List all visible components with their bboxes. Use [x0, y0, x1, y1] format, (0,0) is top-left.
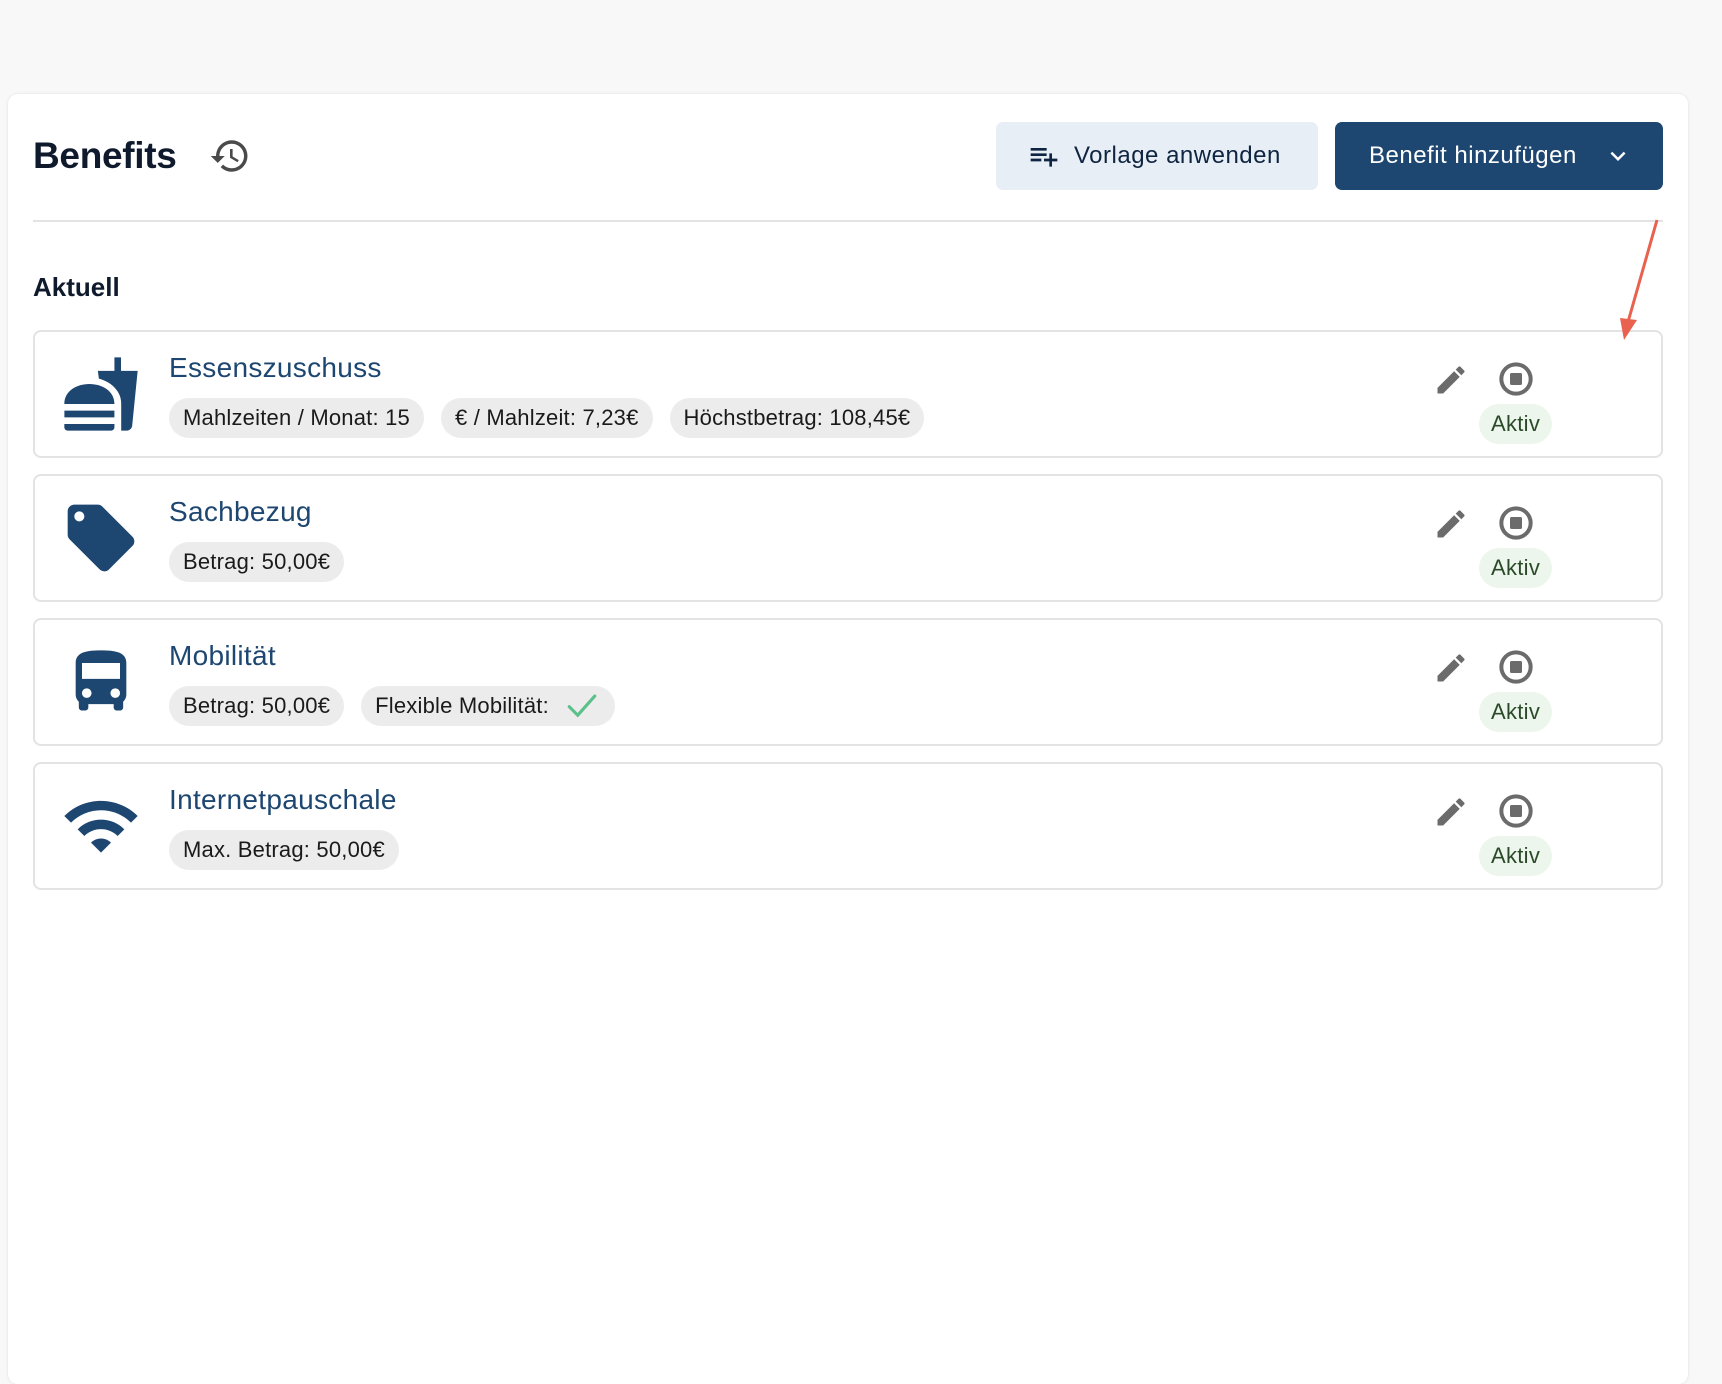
header-actions: Vorlage anwenden Benefit hinzufügen [996, 122, 1663, 190]
edit-button[interactable] [1431, 648, 1471, 688]
page-header: Benefits Vorlage anwenden Benefit hinzuf… [33, 122, 1663, 190]
pencil-icon [1437, 798, 1465, 826]
header-divider [33, 220, 1663, 222]
benefit-name: Essenszuschuss [169, 352, 382, 383]
stop-button[interactable] [1495, 502, 1537, 544]
add-benefit-label: Benefit hinzufügen [1369, 142, 1577, 169]
wifi-icon [61, 786, 141, 866]
benefit-name: Internetpauschale [169, 784, 397, 815]
status-badge: Aktiv [1479, 548, 1553, 588]
page-title: Benefits [33, 135, 177, 176]
history-button[interactable] [207, 133, 253, 179]
stop-circle-icon [1499, 362, 1533, 396]
stop-button[interactable] [1495, 646, 1537, 688]
benefit-name: Mobilität [169, 640, 276, 671]
pencil-icon [1437, 366, 1465, 394]
benefit-chips: Betrag: 50,00€ [169, 542, 345, 582]
benefit-name: Sachbezug [169, 496, 312, 527]
pencil-icon [1437, 510, 1465, 538]
benefit-chips: Mahlzeiten / Monat: 15 € / Mahlzeit: 7,2… [169, 398, 925, 438]
benefit-card[interactable]: Mobilität Betrag: 50,00€ Flexible Mobili… [33, 618, 1663, 746]
apply-template-button[interactable]: Vorlage anwenden [996, 122, 1318, 190]
chip-flexible-mobility-label: Flexible Mobilität: [375, 693, 549, 718]
pencil-icon [1437, 654, 1465, 682]
apply-template-label: Vorlage anwenden [1074, 142, 1281, 169]
stop-circle-icon [1499, 794, 1533, 828]
benefit-card[interactable]: Internetpauschale Max. Betrag: 50,00€ Ak… [33, 762, 1663, 890]
edit-button[interactable] [1431, 504, 1471, 544]
status-badge: Aktiv [1479, 836, 1553, 876]
chip-flexible-mobility: Flexible Mobilität: [361, 686, 615, 726]
benefits-panel: Benefits Vorlage anwenden Benefit hinzuf… [8, 94, 1688, 1384]
chip-max-amount: Max. Betrag: 50,00€ [169, 830, 399, 870]
chip-amount-per-meal: € / Mahlzeit: 7,23€ [440, 398, 653, 438]
chip-amount: Betrag: 50,00€ [169, 686, 345, 726]
chip-amount: Betrag: 50,00€ [169, 542, 345, 582]
tag-icon [61, 498, 141, 578]
benefit-card[interactable]: Essenszuschuss Mahlzeiten / Monat: 15 € … [33, 330, 1663, 458]
benefit-chips: Max. Betrag: 50,00€ [169, 830, 399, 870]
status-badge: Aktiv [1479, 692, 1553, 732]
fastfood-icon [61, 354, 141, 434]
playlist-add-icon [1028, 140, 1060, 172]
status-badge: Aktiv [1479, 404, 1553, 444]
chip-max-amount: Höchstbetrag: 108,45€ [669, 398, 925, 438]
chip-meals-per-month: Mahlzeiten / Monat: 15 [169, 398, 424, 438]
stop-circle-icon [1499, 506, 1533, 540]
stop-circle-icon [1499, 650, 1533, 684]
section-title: Aktuell [33, 272, 120, 302]
benefit-chips: Betrag: 50,00€ Flexible Mobilität: [169, 686, 615, 726]
add-benefit-button[interactable]: Benefit hinzufügen [1335, 122, 1663, 190]
bus-icon [61, 642, 141, 722]
edit-button[interactable] [1431, 360, 1471, 400]
stop-button[interactable] [1495, 790, 1537, 832]
check-icon [563, 689, 601, 723]
edit-button[interactable] [1431, 792, 1471, 832]
history-icon [210, 140, 248, 172]
stop-button[interactable] [1495, 358, 1537, 400]
chevron-down-icon [1603, 141, 1633, 171]
benefit-card[interactable]: Sachbezug Betrag: 50,00€ Aktiv [33, 474, 1663, 602]
